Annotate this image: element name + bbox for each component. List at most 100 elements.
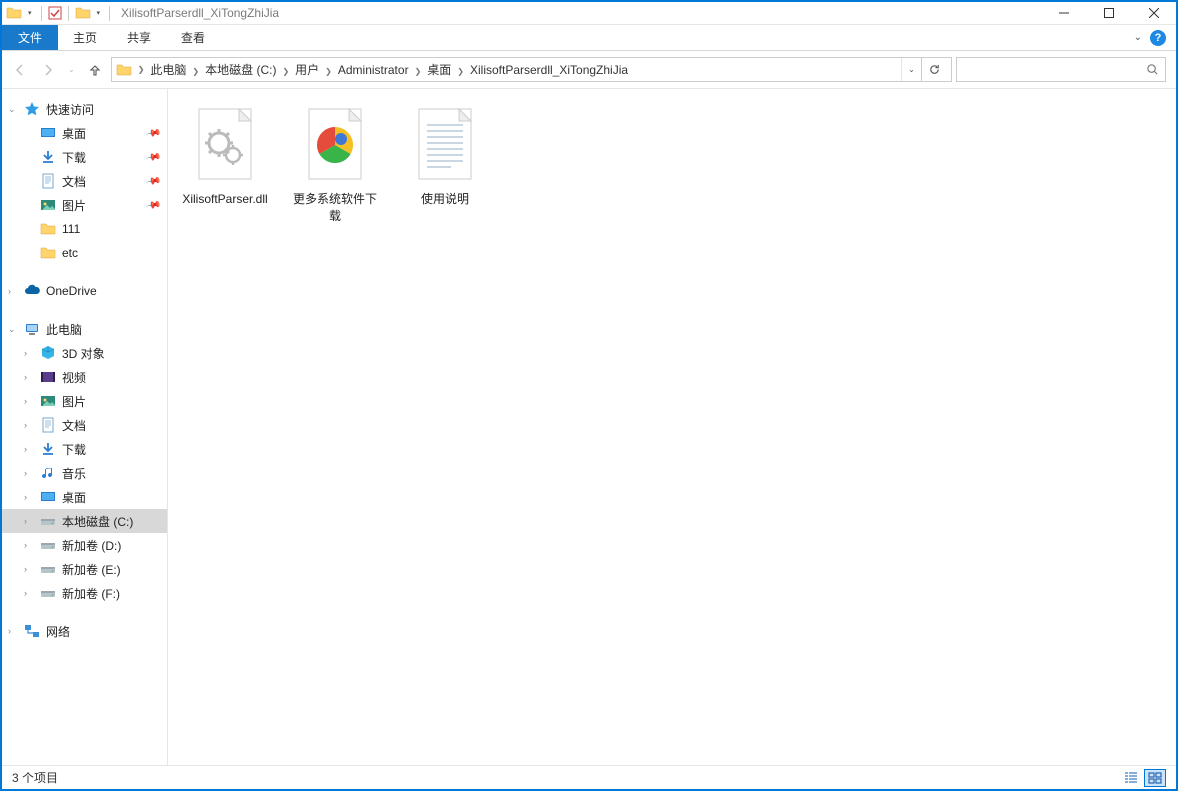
chevron-right-icon[interactable]: ›	[24, 516, 27, 526]
chevron-right-icon[interactable]: ›	[24, 540, 27, 550]
details-view-button[interactable]	[1120, 769, 1142, 787]
breadcrumb-separator-icon[interactable]: ❯	[135, 65, 148, 74]
chevron-right-icon[interactable]: ›	[24, 396, 27, 406]
file-icon	[191, 103, 259, 187]
sidebar-item[interactable]: › 本地磁盘 (C:)	[2, 509, 167, 533]
refresh-button[interactable]	[921, 58, 947, 81]
sidebar-item[interactable]: ›图片	[2, 389, 167, 413]
close-button[interactable]	[1131, 2, 1176, 24]
file-item[interactable]: XilisoftParser.dll	[180, 103, 270, 225]
this-pc-group: ⌄ 此电脑 ›3D 对象›视频›图片›文档›下载›音乐›桌面›本地磁盘 (C:)…	[2, 317, 167, 605]
sidebar-item[interactable]: etc	[2, 241, 167, 265]
breadcrumb-segment[interactable]: 此电脑	[147, 63, 189, 77]
sidebar-item[interactable]: ›新加卷 (E:)	[2, 557, 167, 581]
breadcrumb-segment[interactable]: Administrator	[335, 63, 412, 77]
breadcrumb-separator-icon[interactable]: ❯	[322, 67, 335, 76]
ribbon-expand-icon[interactable]: ⌄	[1134, 32, 1142, 43]
titlebar: ▾ ▾ XilisoftParserdll_XiTongZhiJia	[2, 2, 1176, 25]
chevron-right-icon[interactable]: ›	[24, 372, 27, 382]
file-list[interactable]: XilisoftParser.dll更多系统软件下载使用说明	[168, 89, 1176, 765]
separator	[41, 6, 42, 21]
pin-icon: 📌	[145, 173, 162, 189]
search-icon[interactable]	[1146, 63, 1159, 76]
cube-icon	[40, 345, 56, 361]
chevron-right-icon[interactable]: ›	[24, 348, 27, 358]
chevron-right-icon[interactable]: ›	[24, 420, 27, 430]
breadcrumb-separator-icon[interactable]: ❯	[279, 67, 292, 76]
maximize-button[interactable]	[1086, 2, 1131, 24]
breadcrumb-separator-icon[interactable]: ❯	[454, 67, 467, 76]
sidebar-item[interactable]: 111	[2, 217, 167, 241]
folder-icon[interactable]	[75, 5, 91, 21]
pic-icon	[40, 197, 56, 213]
forward-button[interactable]	[36, 58, 60, 82]
tab-home[interactable]: 主页	[58, 25, 112, 50]
history-dropdown-icon[interactable]: ⌄	[64, 65, 79, 74]
sidebar-network[interactable]: › 网络	[2, 619, 167, 643]
pin-icon: 📌	[145, 197, 162, 213]
minimize-button[interactable]	[1041, 2, 1086, 24]
large-icons-view-button[interactable]	[1144, 769, 1166, 787]
file-item[interactable]: 使用说明	[400, 103, 490, 225]
sidebar-item-label: 本地磁盘 (C:)	[62, 513, 133, 530]
up-button[interactable]	[83, 58, 107, 82]
drive-icon	[40, 561, 56, 577]
breadcrumb-segment[interactable]: 桌面	[424, 63, 454, 77]
sidebar-item[interactable]: › 音乐	[2, 461, 167, 485]
sidebar-item[interactable]: ›新加卷 (D:)	[2, 533, 167, 557]
desktop-icon	[40, 489, 56, 505]
video-icon	[40, 369, 56, 385]
chevron-right-icon[interactable]: ›	[8, 626, 11, 636]
chevron-right-icon[interactable]: ›	[24, 564, 27, 574]
help-icon[interactable]: ?	[1150, 30, 1166, 46]
sidebar-item[interactable]: › 视频	[2, 365, 167, 389]
sidebar-this-pc[interactable]: ⌄ 此电脑	[2, 317, 167, 341]
window-title: XilisoftParserdll_XiTongZhiJia	[117, 6, 279, 20]
sidebar-item-label: 桌面	[62, 489, 86, 506]
chevron-right-icon[interactable]: ›	[24, 444, 27, 454]
sidebar-item[interactable]: 文档📌	[2, 169, 167, 193]
address-dropdown-icon[interactable]: ⌄	[901, 58, 921, 81]
chevron-right-icon[interactable]: ›	[24, 468, 27, 478]
file-name: 使用说明	[421, 187, 469, 208]
chevron-down-icon[interactable]: ⌄	[8, 104, 16, 115]
back-button[interactable]	[8, 58, 32, 82]
doc-icon	[40, 417, 56, 433]
sidebar-item-label: 文档	[62, 417, 86, 434]
qat-dropdown-icon[interactable]: ▾	[25, 9, 35, 17]
breadcrumb-separator-icon[interactable]: ❯	[412, 67, 425, 76]
check-icon[interactable]	[48, 6, 62, 20]
separator	[68, 6, 69, 21]
computer-icon	[24, 321, 40, 337]
breadcrumb-separator-icon[interactable]: ❯	[189, 67, 202, 76]
sidebar-item[interactable]: 图片📌	[2, 193, 167, 217]
sidebar-quick-access[interactable]: ⌄ 快速访问	[2, 97, 167, 121]
search-input[interactable]	[956, 57, 1166, 82]
sidebar-item[interactable]: ›新加卷 (F:)	[2, 581, 167, 605]
sidebar-item[interactable]: › 桌面	[2, 485, 167, 509]
file-tab[interactable]: 文件	[2, 25, 58, 50]
tab-view[interactable]: 查看	[166, 25, 220, 50]
sidebar-item[interactable]: › 文档	[2, 413, 167, 437]
tab-share[interactable]: 共享	[112, 25, 166, 50]
sidebar-item[interactable]: 桌面📌	[2, 121, 167, 145]
qat-customize-dropdown-icon[interactable]: ▾	[94, 9, 104, 17]
sidebar-onedrive[interactable]: › OneDrive	[2, 279, 167, 303]
chevron-down-icon[interactable]: ⌄	[8, 324, 16, 335]
breadcrumb-segment[interactable]: 用户	[292, 63, 322, 77]
breadcrumb-segment[interactable]: 本地磁盘 (C:)	[202, 63, 279, 77]
file-item[interactable]: 更多系统软件下载	[290, 103, 380, 225]
desktop-icon	[40, 125, 56, 141]
sidebar-item[interactable]: ›3D 对象	[2, 341, 167, 365]
breadcrumb-segment[interactable]: XilisoftParserdll_XiTongZhiJia	[467, 63, 631, 77]
address-bar[interactable]: ❯ 此电脑❯本地磁盘 (C:)❯用户❯Administrator❯桌面❯Xili…	[111, 57, 952, 82]
folder-icon	[40, 245, 56, 261]
chevron-right-icon[interactable]: ›	[24, 492, 27, 502]
sidebar-item-label: 音乐	[62, 465, 86, 482]
sidebar-item[interactable]: 下载📌	[2, 145, 167, 169]
chevron-right-icon[interactable]: ›	[8, 286, 11, 296]
ribbon-tabs: 文件 主页 共享 查看 ⌄ ?	[2, 25, 1176, 51]
chevron-right-icon[interactable]: ›	[24, 588, 27, 598]
sidebar-item-label: 视频	[62, 369, 86, 386]
sidebar-item[interactable]: ›下载	[2, 437, 167, 461]
